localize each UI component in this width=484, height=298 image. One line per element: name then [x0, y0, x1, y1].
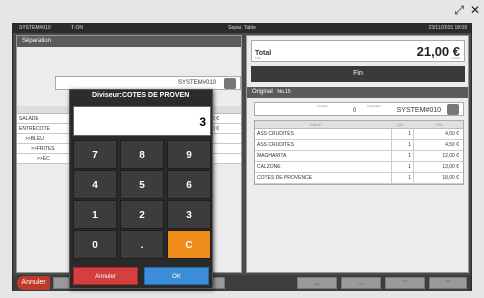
- scroll-up-right-button[interactable]: ︿: [341, 277, 381, 289]
- col-qty: Qte: [397, 122, 404, 127]
- datetime: 23/11/2015 18:09: [428, 25, 467, 31]
- original-label: Original: [252, 89, 273, 95]
- right-info-row: Couvert Calendrier 0 SYSTEM#010: [254, 102, 464, 116]
- original-header: Original No.15: [247, 87, 468, 98]
- couvert-value: 0: [353, 108, 357, 114]
- couvert-label: Couvert: [317, 104, 328, 108]
- divisor-modal: Diviseur:COTES DE PROVEN 3 7 8 9 4 5 6 1…: [69, 89, 213, 289]
- fin-button[interactable]: Fin: [251, 66, 465, 82]
- expand-icon[interactable]: ⤢: [454, 3, 464, 17]
- printer-icon[interactable]: [224, 78, 236, 89]
- key-6[interactable]: 6: [167, 170, 211, 199]
- numpad-display: 3: [73, 106, 211, 136]
- right-table-header: Article Qte Prix: [255, 121, 463, 129]
- modal-ok-button[interactable]: OK: [144, 267, 209, 285]
- app-frame: ⤢ ✕ SYSTEM#010 T-ON Separ. Table 23/11/2…: [0, 0, 484, 298]
- annuler-button[interactable]: Annuler: [17, 276, 50, 290]
- screen-title: Separ. Table: [228, 25, 256, 31]
- pos-screen: SYSTEM#010 T-ON Separ. Table 23/11/2015 …: [12, 23, 472, 291]
- key-1[interactable]: 1: [73, 200, 117, 229]
- modal-title: Diviseur:COTES DE PROVEN: [70, 90, 212, 102]
- key-3[interactable]: 3: [167, 200, 211, 229]
- key-4[interactable]: 4: [73, 170, 117, 199]
- total-sub-right: 0,00 €: [451, 56, 460, 60]
- display-value: 3: [199, 115, 206, 129]
- printer-icon[interactable]: [447, 104, 459, 115]
- key-0[interactable]: 0: [73, 230, 117, 259]
- original-number: No.15: [277, 89, 291, 95]
- left-info-row: SYSTEM#010: [55, 76, 241, 90]
- scroll-down-right-button[interactable]: ﹀: [385, 277, 425, 289]
- key-decimal[interactable]: .: [120, 230, 164, 259]
- table-row[interactable]: CALZONE 1 13,00 €: [255, 162, 463, 173]
- table-row[interactable]: ASS CRUDITES 1 4,50 €: [255, 129, 463, 140]
- left-system-label: SYSTEM#010: [177, 80, 216, 86]
- key-5[interactable]: 5: [120, 170, 164, 199]
- col-article: Article: [310, 122, 322, 127]
- original-pane: Total 21,00 € TVA 0,00 € Fin Original No…: [246, 35, 469, 273]
- right-system-label: SYSTEM#010: [396, 107, 441, 114]
- table-row[interactable]: COTES DE PROVENCE 1 18,00 €: [255, 173, 463, 184]
- top-status-bar: SYSTEM#010 T-ON Separ. Table 23/11/2015 …: [13, 24, 471, 33]
- table-row[interactable]: MAGHARITA 1 12,00 €: [255, 151, 463, 162]
- key-7[interactable]: 7: [73, 140, 117, 169]
- modal-cancel-button[interactable]: Annuler: [73, 267, 138, 285]
- key-9[interactable]: 9: [167, 140, 211, 169]
- right-items-table: Article Qte Prix ASS CRUDITES 1 4,50 € ASS…: [254, 120, 464, 185]
- window-controls: ⤢ ✕: [454, 3, 480, 17]
- separation-header: Séparation: [17, 36, 241, 47]
- scroll-bottom-right-button[interactable]: ︾: [429, 277, 467, 289]
- col-price: Prix: [436, 122, 443, 127]
- key-2[interactable]: 2: [120, 200, 164, 229]
- calendar-label: Calendrier: [367, 104, 381, 108]
- scroll-top-right-button[interactable]: ︽: [297, 277, 337, 289]
- total-box: Total 21,00 € TVA 0,00 €: [251, 40, 465, 62]
- key-8[interactable]: 8: [120, 140, 164, 169]
- close-icon[interactable]: ✕: [470, 3, 480, 17]
- key-clear[interactable]: C: [167, 230, 211, 259]
- table-row[interactable]: ASS CRUDITES 1 4,50 €: [255, 140, 463, 151]
- total-sub-left: TVA: [255, 56, 261, 60]
